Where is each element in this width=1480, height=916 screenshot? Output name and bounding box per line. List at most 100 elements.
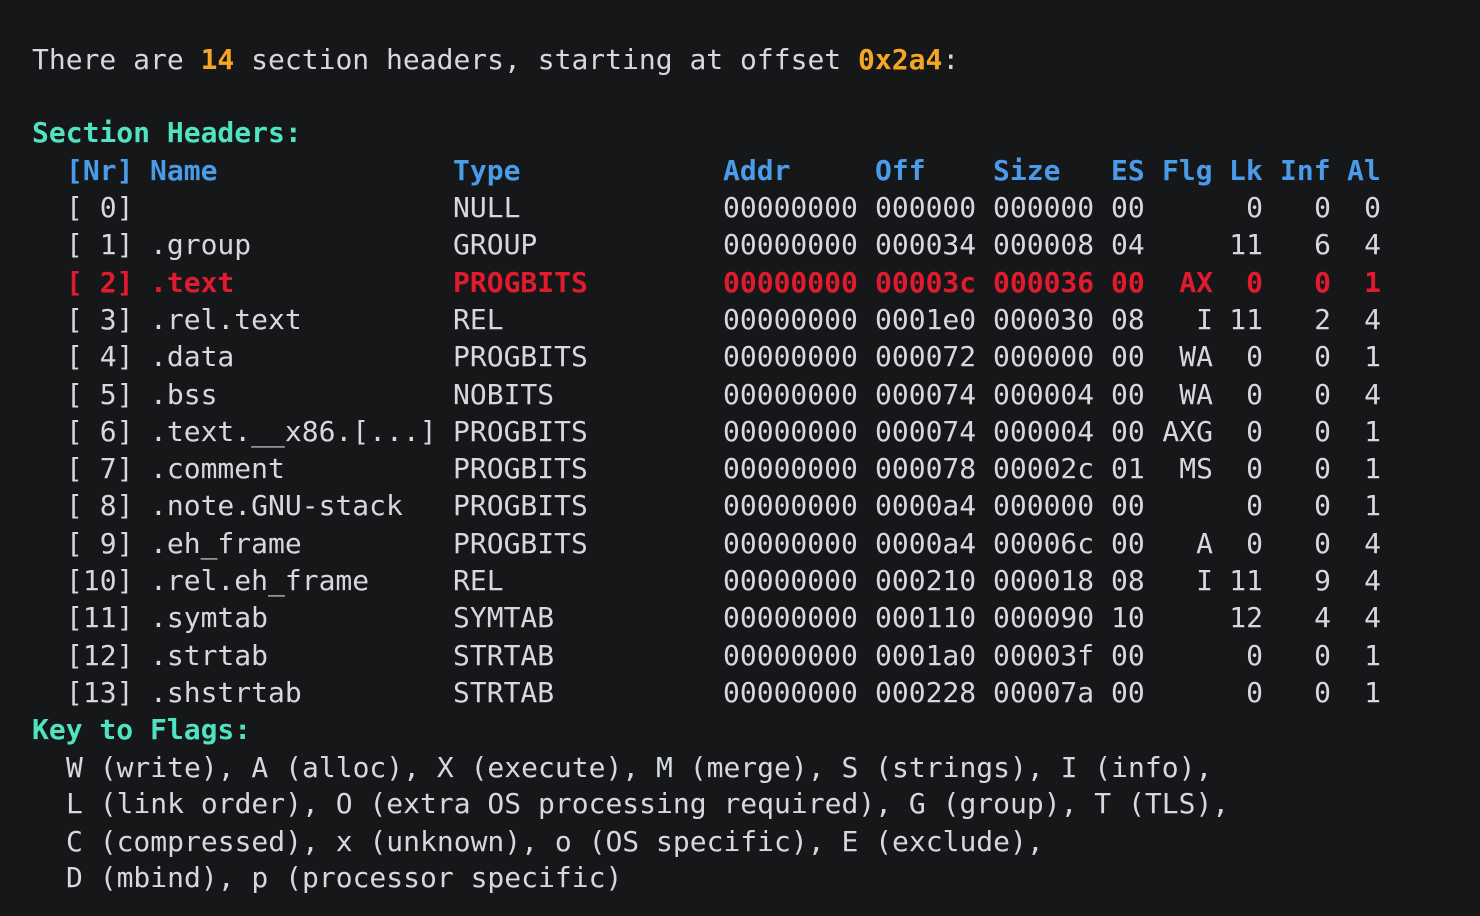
cell-es: 00 — [1111, 527, 1145, 560]
cell-name: .shstrtab — [150, 676, 302, 709]
cell-al: 1 — [1364, 415, 1381, 448]
table-row: [ 6] .text.__x86.[...] PROGBITS 00000000 000… — [0, 414, 1480, 450]
cell-al: 4 — [1364, 601, 1381, 634]
cell-nr: [13] — [66, 676, 134, 709]
cell-addr: 00000000 — [723, 228, 858, 261]
cell-nr: [ 2] — [66, 266, 134, 299]
col-addr: Addr — [723, 154, 791, 187]
cell-lk: 0 — [1246, 266, 1263, 299]
cell-name: .rel.text — [150, 303, 302, 336]
cell-type: PROGBITS — [453, 266, 588, 299]
cell-size: 000036 — [993, 266, 1095, 299]
cell-name: .strtab — [150, 639, 269, 672]
col-name: Name — [150, 154, 218, 187]
cell-flg: A — [1196, 527, 1213, 560]
cell-off: 000074 — [875, 415, 977, 448]
cell-type: NULL — [453, 191, 521, 224]
cell-name: .data — [150, 340, 235, 373]
cell-lk: 11 — [1229, 228, 1263, 261]
cell-es: 00 — [1111, 191, 1145, 224]
cell-name: .bss — [150, 378, 218, 411]
header-offset: 0x2a4 — [858, 43, 943, 76]
cell-lk: 0 — [1246, 378, 1263, 411]
cell-es: 04 — [1111, 228, 1145, 261]
cell-es: 10 — [1111, 601, 1145, 634]
cell-name: .text — [150, 266, 235, 299]
cell-size: 000030 — [993, 303, 1095, 336]
cell-es: 00 — [1111, 489, 1145, 522]
cell-type: PROGBITS — [453, 415, 588, 448]
cell-al: 4 — [1364, 564, 1381, 597]
cell-addr: 00000000 — [723, 303, 858, 336]
intro-middle: section headers, starting at offset — [234, 43, 859, 76]
cell-lk: 0 — [1246, 489, 1263, 522]
cell-nr: [ 7] — [66, 452, 134, 485]
key-line: C (compressed), x (unknown), o (OS speci… — [66, 825, 1044, 858]
cell-type: REL — [453, 303, 504, 336]
table-row: [ 7] .comment PROGBITS 00000000 000078 00002c… — [0, 451, 1480, 487]
cell-addr: 00000000 — [723, 564, 858, 597]
cell-addr: 00000000 — [723, 676, 858, 709]
cell-es: 00 — [1111, 415, 1145, 448]
section-headers-title: Section Headers: — [32, 116, 302, 149]
col-size: Size — [993, 154, 1061, 187]
intro-suffix: : — [942, 43, 960, 76]
col-inf: Inf — [1280, 154, 1331, 187]
cell-size: 000004 — [993, 378, 1095, 411]
cell-type: PROGBITS — [453, 340, 588, 373]
cell-addr: 00000000 — [723, 639, 858, 672]
cell-nr: [12] — [66, 639, 134, 672]
cell-addr: 00000000 — [723, 452, 858, 485]
cell-off: 0000a4 — [875, 527, 977, 560]
cell-name: .eh_frame — [150, 527, 302, 560]
cell-size: 000004 — [993, 415, 1095, 448]
cell-es: 00 — [1111, 676, 1145, 709]
cell-type: PROGBITS — [453, 489, 588, 522]
cell-es: 00 — [1111, 378, 1145, 411]
cell-nr: [ 1] — [66, 228, 134, 261]
cell-lk: 11 — [1229, 303, 1263, 336]
cell-es: 08 — [1111, 564, 1145, 597]
cell-off: 0000a4 — [875, 489, 977, 522]
cell-size: 00006c — [993, 527, 1095, 560]
cell-nr: [ 5] — [66, 378, 134, 411]
cell-type: GROUP — [453, 228, 538, 261]
key-line: D (mbind), p (processor specific) — [66, 861, 623, 894]
cell-size: 00002c — [993, 452, 1095, 485]
cell-addr: 00000000 — [723, 191, 858, 224]
cell-off: 000072 — [875, 340, 977, 373]
col-type: Type — [453, 154, 521, 187]
cell-lk: 0 — [1246, 191, 1263, 224]
cell-inf: 6 — [1314, 228, 1331, 261]
cell-al: 1 — [1364, 266, 1381, 299]
cell-nr: [11] — [66, 601, 134, 634]
cell-al: 4 — [1364, 228, 1381, 261]
cell-es: 08 — [1111, 303, 1145, 336]
cell-addr: 00000000 — [723, 489, 858, 522]
cell-inf: 0 — [1314, 489, 1331, 522]
cell-off: 000078 — [875, 452, 977, 485]
cell-off: 000000 — [875, 191, 977, 224]
cell-inf: 0 — [1314, 639, 1331, 672]
col-nr: [Nr] — [66, 154, 134, 187]
key-to-flags-title: Key to Flags: — [32, 713, 252, 746]
cell-addr: 00000000 — [723, 415, 858, 448]
intro-line: There are 14 section headers, starting a… — [32, 42, 959, 78]
table-row: [ 3] .rel.text REL 00000000 0001e0 000030 08 I 1… — [0, 302, 1480, 338]
cell-lk: 0 — [1246, 527, 1263, 560]
cell-name: .group — [150, 228, 252, 261]
cell-nr: [ 8] — [66, 489, 134, 522]
cell-addr: 00000000 — [723, 378, 858, 411]
cell-name: .rel.eh_frame — [150, 564, 370, 597]
col-lk: Lk — [1229, 154, 1263, 187]
table-row: [ 4] .data PROGBITS 00000000 000072 000000 00 W… — [0, 339, 1480, 375]
cell-al: 1 — [1364, 452, 1381, 485]
cell-flg: AX — [1179, 266, 1213, 299]
cell-nr: [ 9] — [66, 527, 134, 560]
table-row: [ 5] .bss NOBITS 00000000 000074 000004 00 WA 0 0… — [0, 377, 1480, 413]
table-row: [11] .symtab SYMTAB 00000000 000110 000090 10 1… — [0, 600, 1480, 636]
cell-inf: 0 — [1314, 340, 1331, 373]
intro-prefix: There are — [32, 43, 201, 76]
cell-al: 4 — [1364, 378, 1381, 411]
cell-al: 1 — [1364, 489, 1381, 522]
